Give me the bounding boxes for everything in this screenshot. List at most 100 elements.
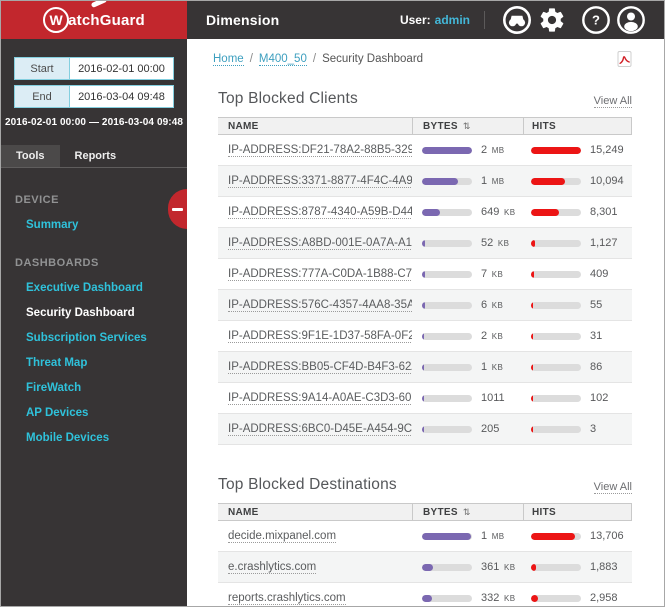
- start-date-field: Start 2016-02-01 00:00: [14, 57, 174, 80]
- cell-hits: 8,301: [523, 206, 632, 218]
- cell-hits: 86: [523, 361, 632, 373]
- row-name-link[interactable]: IP-ADDRESS:BB05-CF4D-B4F3-62AA-CE1...: [228, 361, 412, 374]
- table-row: IP-ADDRESS:BB05-CF4D-B4F3-62AA-CE1...1 K…: [218, 352, 632, 383]
- header-divider: [484, 11, 485, 29]
- hits-value: 1,127: [590, 237, 618, 249]
- bytes-unit: MB: [489, 532, 504, 541]
- sort-icon: ⇅: [463, 507, 471, 518]
- start-date-label: Start: [15, 58, 70, 79]
- bytes-unit: KB: [501, 594, 515, 603]
- hits-value: 55: [590, 299, 602, 311]
- bytes-bar: [422, 271, 472, 278]
- row-name-link[interactable]: IP-ADDRESS:6BC0-D45E-A454-9C14-201...: [228, 423, 412, 436]
- nav-heading-device: DEVICE: [15, 194, 187, 206]
- row-name-link[interactable]: decide.mixpanel.com: [228, 530, 336, 543]
- row-name-link[interactable]: reports.crashlytics.com: [228, 592, 346, 605]
- row-name-link[interactable]: IP-ADDRESS:DF21-78A2-88B5-3292-71A...: [228, 144, 412, 157]
- help-icon[interactable]: ?: [581, 5, 611, 35]
- bytes-unit: MB: [489, 146, 504, 155]
- bytes-unit: KB: [489, 332, 503, 341]
- cell-bytes: 7 KB: [412, 268, 523, 280]
- column-header-bytes[interactable]: BYTES⇅: [412, 504, 523, 520]
- cell-hits: 15,249: [523, 144, 632, 156]
- tab-reports[interactable]: Reports: [60, 145, 132, 167]
- bytes-bar: [422, 240, 472, 247]
- breadcrumb-home-link[interactable]: Home: [213, 53, 244, 66]
- breadcrumb-current: Security Dashboard: [322, 53, 423, 65]
- table-row: reports.crashlytics.com 332 KB 2,958: [218, 583, 632, 606]
- hits-value: 8,301: [590, 206, 618, 218]
- cell-bytes: 332 KB: [412, 592, 523, 604]
- table-header: NAMEBYTES⇅HITS: [218, 117, 632, 135]
- gear-icon[interactable]: [537, 5, 567, 35]
- bytes-bar: [422, 333, 472, 340]
- hits-value: 102: [590, 392, 608, 404]
- bytes-value: 7 KB: [481, 268, 503, 280]
- panel-top-blocked-clients: Top Blocked ClientsView AllNAMEBYTES⇅HIT…: [218, 90, 632, 445]
- tab-tools[interactable]: Tools: [1, 145, 60, 167]
- sidebar-item-mobile-devices[interactable]: Mobile Devices: [26, 432, 187, 444]
- bytes-value: 1 MB: [481, 530, 505, 542]
- hits-value: 2,958: [590, 592, 618, 604]
- bytes-bar: [422, 395, 472, 402]
- bytes-value: 52 KB: [481, 237, 509, 249]
- row-name-link[interactable]: IP-ADDRESS:576C-4357-4AA8-35A7-9C8...: [228, 299, 412, 312]
- sidebar-item-subscription-services[interactable]: Subscription Services: [26, 332, 187, 344]
- column-header-hits[interactable]: HITS: [523, 504, 631, 520]
- end-date-value[interactable]: 2016-03-04 09:48: [70, 86, 173, 107]
- sidebar-item-threat-map[interactable]: Threat Map: [26, 357, 187, 369]
- view-all-link[interactable]: View All: [594, 481, 632, 494]
- sidebar-item-executive-dashboard[interactable]: Executive Dashboard: [26, 282, 187, 294]
- panel-title: Top Blocked Destinations: [218, 476, 397, 494]
- bytes-unit: KB: [495, 239, 509, 248]
- binoculars-icon[interactable]: [502, 5, 532, 35]
- row-name-link[interactable]: e.crashlytics.com: [228, 561, 316, 574]
- row-name-link[interactable]: IP-ADDRESS:8787-4340-A59B-D447-B4A...: [228, 206, 412, 219]
- sidebar-item-summary[interactable]: Summary: [26, 219, 187, 231]
- bytes-unit: KB: [489, 363, 503, 372]
- sidebar-item-ap-devices[interactable]: AP Devices: [26, 407, 187, 419]
- cell-name: IP-ADDRESS:9F1E-1D37-58FA-0F21-C5B...: [218, 330, 412, 343]
- view-all-link[interactable]: View All: [594, 95, 632, 108]
- nav-heading-dashboards: DASHBOARDS: [15, 257, 187, 269]
- hits-value: 409: [590, 268, 608, 280]
- end-date-label: End: [15, 86, 70, 107]
- row-name-link[interactable]: IP-ADDRESS:9F1E-1D37-58FA-0F21-C5B...: [228, 330, 412, 343]
- breadcrumb-device-link[interactable]: M400_50: [259, 53, 307, 66]
- sidebar-item-security-dashboard[interactable]: Security Dashboard: [26, 307, 187, 319]
- cell-name: IP-ADDRESS:BB05-CF4D-B4F3-62AA-CE1...: [218, 361, 412, 374]
- hits-bar: [531, 533, 581, 540]
- column-header-bytes[interactable]: BYTES⇅: [412, 118, 523, 134]
- sidebar-tabs: ToolsReports: [1, 145, 187, 168]
- table-row: IP-ADDRESS:8787-4340-A59B-D447-B4A...649…: [218, 197, 632, 228]
- hits-bar-fill: [531, 240, 535, 247]
- hits-value: 3: [590, 423, 596, 435]
- top-bar: W atchGuard Dimension User: admin: [1, 1, 664, 39]
- user-icon[interactable]: [616, 5, 646, 35]
- bytes-bar-fill: [422, 209, 440, 216]
- sidebar-item-firewatch[interactable]: FireWatch: [26, 382, 187, 394]
- bytes-bar-fill: [422, 147, 472, 154]
- row-name-link[interactable]: IP-ADDRESS:A8BD-001E-0A7A-A130-4A3...: [228, 237, 412, 250]
- bytes-value: 2 MB: [481, 144, 505, 156]
- bytes-value: 2 KB: [481, 330, 503, 342]
- column-header-hits[interactable]: HITS: [523, 118, 631, 134]
- logo-text: atchGuard: [68, 12, 145, 29]
- hits-bar-fill: [531, 333, 533, 340]
- start-date-value[interactable]: 2016-02-01 00:00: [70, 58, 173, 79]
- row-name-link[interactable]: IP-ADDRESS:9A14-A0AE-C3D3-607C-F10...: [228, 392, 412, 405]
- cell-bytes: 1 MB: [412, 530, 523, 542]
- hits-value: 1,883: [590, 561, 618, 573]
- column-header-name: NAME: [218, 504, 412, 520]
- table-row: decide.mixpanel.com1 MB13,706: [218, 521, 632, 552]
- cell-hits: 55: [523, 299, 632, 311]
- sidebar: Start 2016-02-01 00:00 End 2016-03-04 09…: [1, 39, 187, 606]
- bytes-unit: MB: [489, 177, 504, 186]
- pdf-export-icon[interactable]: [617, 51, 632, 67]
- end-date-field: End 2016-03-04 09:48: [14, 85, 174, 108]
- row-name-link[interactable]: IP-ADDRESS:777A-C0DA-1B88-C702-774...: [228, 268, 412, 281]
- row-name-link[interactable]: IP-ADDRESS:3371-8877-4F4C-4A9E-C32...: [228, 175, 412, 188]
- hits-bar: [531, 364, 581, 371]
- main-content: Home / M400_50 / Security Dashboard Top …: [187, 39, 664, 606]
- cell-bytes: 361 KB: [412, 561, 523, 573]
